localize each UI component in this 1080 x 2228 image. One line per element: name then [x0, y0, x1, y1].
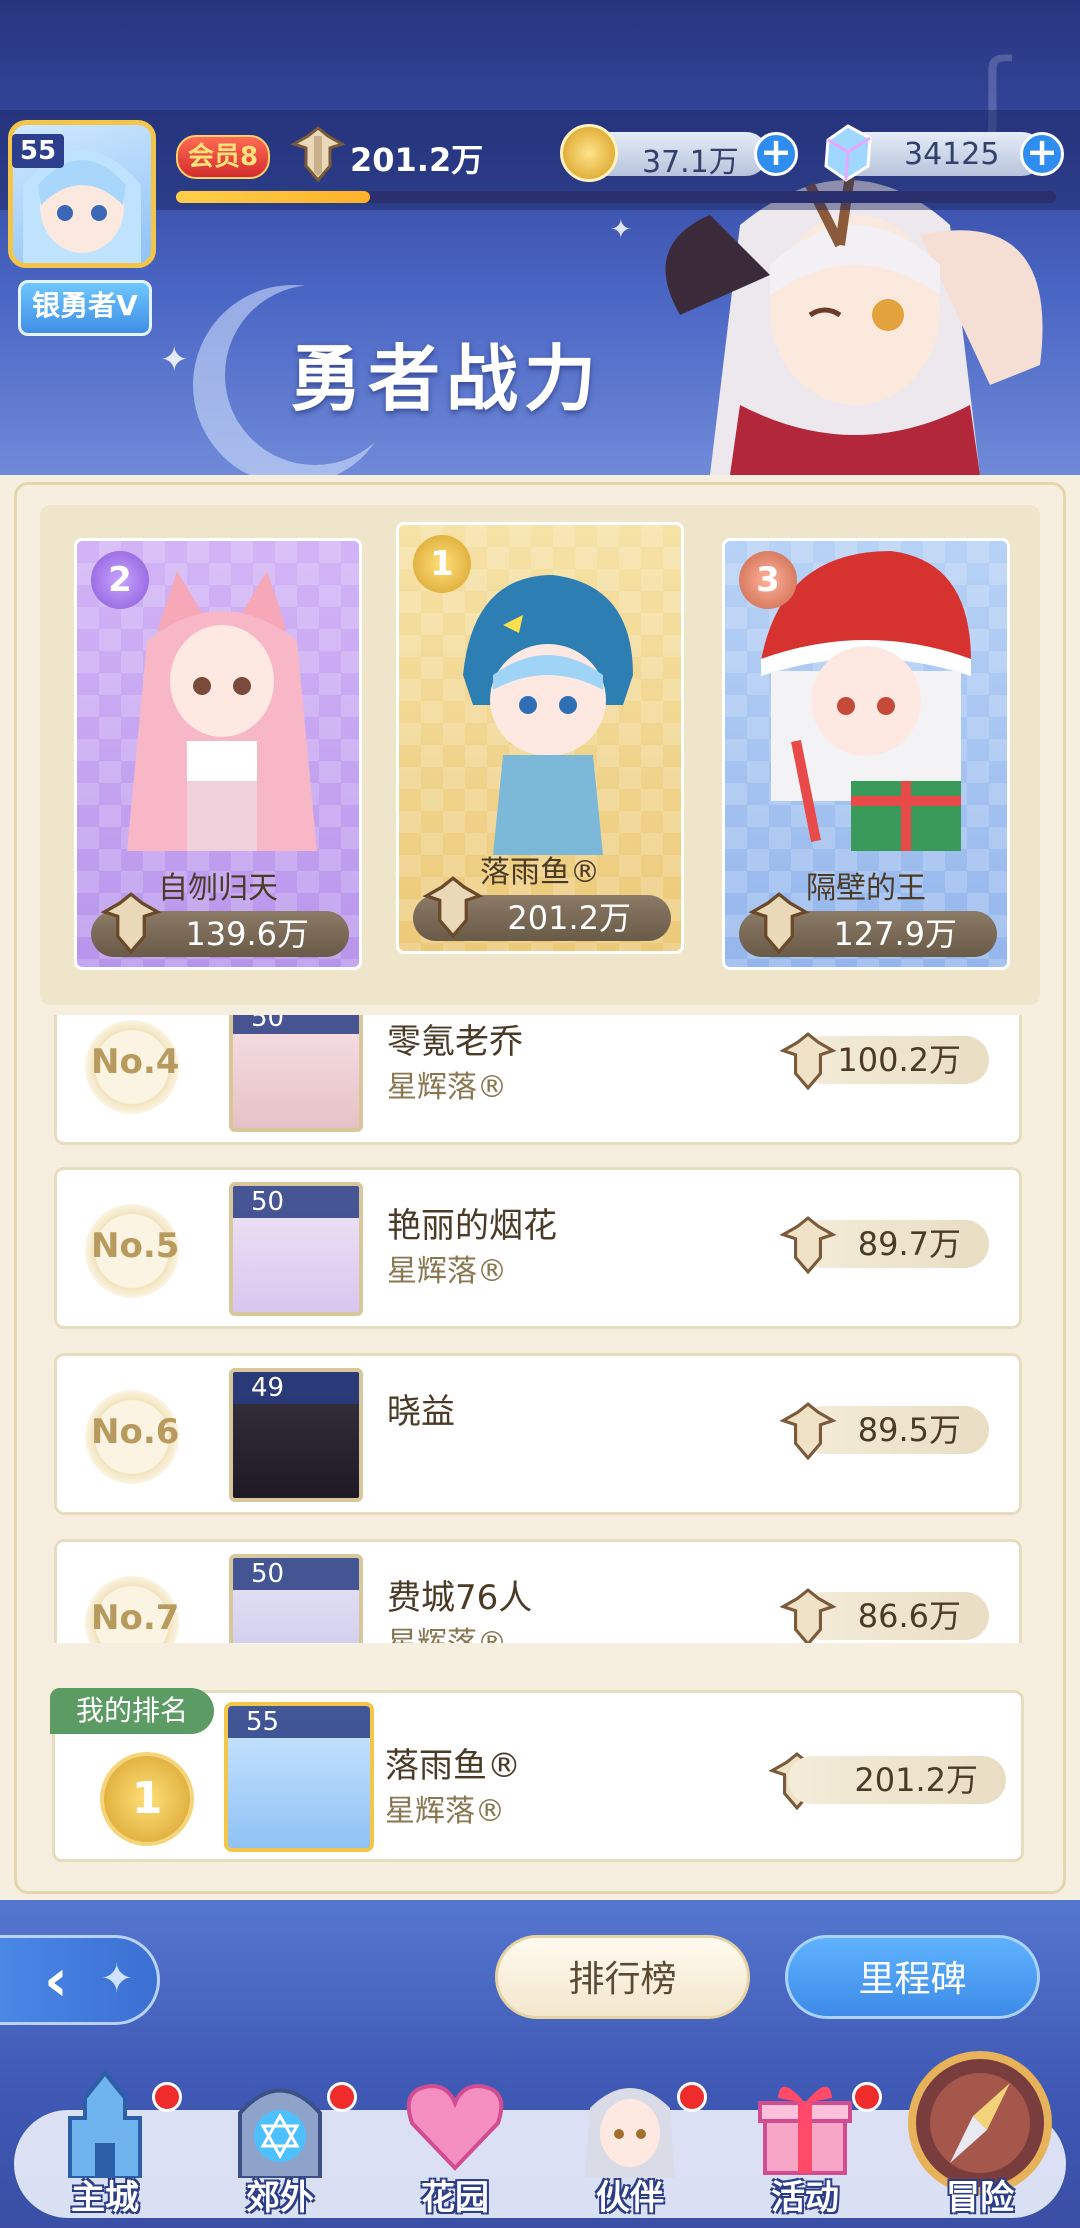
nav-label: 伙伴	[596, 2178, 664, 2218]
power-shield-icon	[779, 1032, 837, 1090]
ranking-row[interactable]: No.7 50 费城76人 星辉落® 86.6万	[54, 1539, 1022, 1643]
notification-dot	[152, 2082, 182, 2112]
ranking-row[interactable]: No.6 49 晓益 89.5万	[54, 1353, 1022, 1515]
power-shield-icon	[748, 892, 810, 954]
my-guild: 星辉落®	[385, 1794, 505, 1829]
nav-label: 郊外	[246, 2178, 314, 2218]
back-button[interactable]: ‹ ✦	[0, 1935, 160, 2025]
rank-number: No.7	[91, 1598, 180, 1638]
back-arrow-icon: ‹	[44, 1946, 68, 2014]
page-title: 勇者战力	[290, 337, 603, 421]
rank-title-badge[interactable]: 银勇者V	[18, 280, 152, 336]
gold-value: 37.1万	[642, 145, 739, 180]
player-level: 50	[233, 1015, 359, 1034]
notification-dot	[852, 2082, 882, 2112]
player-avatar[interactable]: 50	[229, 1015, 363, 1132]
nav-label: 活动	[771, 2178, 839, 2218]
rank-2-medal-icon: 2	[91, 551, 149, 609]
sparkle-icon: ✦	[100, 1956, 134, 2002]
nav-label: 主城	[71, 2178, 139, 2218]
fox-girl-character-icon	[127, 571, 317, 851]
nav-main-city[interactable]: 主城	[20, 2068, 190, 2228]
shark-hood-character-icon	[463, 575, 633, 855]
my-power: 201.2万	[788, 1756, 1006, 1804]
notification-dot	[327, 2082, 357, 2112]
power-shield-icon	[779, 1588, 837, 1643]
guild-name: 星辉落®	[387, 1254, 507, 1289]
my-rank-medal-icon: 1	[100, 1752, 194, 1846]
nav-outskirts[interactable]: 郊外	[195, 2068, 365, 2228]
add-gem-button[interactable]: +	[1020, 132, 1064, 176]
heart-icon	[406, 2083, 504, 2171]
rank-number: No.5	[91, 1226, 180, 1266]
guild-name: 星辉落®	[387, 1618, 507, 1643]
player-avatar[interactable]: 50	[229, 1182, 363, 1316]
player-avatar[interactable]: 50	[229, 1554, 363, 1643]
ranking-row[interactable]: No.5 50 艳丽的烟花 星辉落® 89.7万	[54, 1167, 1022, 1329]
add-gold-button[interactable]: +	[754, 132, 798, 176]
power-shield-icon	[422, 876, 484, 938]
my-rank-tag: 我的排名	[50, 1688, 214, 1734]
gem-icon	[824, 124, 872, 182]
my-name: 落雨鱼®	[385, 1746, 521, 1786]
nav-adventure[interactable]: 冒险	[895, 2051, 1065, 2228]
power-shield-icon	[290, 126, 346, 182]
header-banner: ✦ ✦ ✦ ✦ ʃ 勇者战力	[0, 0, 1080, 475]
player-name: 费城76人	[387, 1578, 533, 1618]
player-avatar[interactable]: 49	[229, 1368, 363, 1502]
vip-badge[interactable]: 会员8	[176, 135, 270, 179]
power-shield-icon	[100, 892, 162, 954]
gold-coin-icon	[560, 124, 618, 182]
sparkle-icon: ✦	[160, 340, 189, 380]
rank-number: No.6	[91, 1412, 180, 1452]
rank-3-medal-icon: 3	[739, 551, 797, 609]
player-level: 50	[233, 1558, 359, 1590]
nav-events[interactable]: 活动	[720, 2068, 890, 2228]
leaderboard-button[interactable]: 排行榜	[495, 1935, 750, 2019]
player-name: 零氪老乔	[387, 1022, 523, 1062]
power-shield-icon	[779, 1402, 837, 1460]
rank-number: No.4	[91, 1042, 180, 1082]
player-name: 晓益	[387, 1392, 455, 1432]
my-avatar[interactable]: 55	[224, 1702, 374, 1852]
ranking-list[interactable]: No.4 50 零氪老乔 星辉落® 100.2万 No.5 50 艳丽的烟花 星…	[40, 1015, 1040, 1643]
nav-garden[interactable]: 花园	[370, 2068, 540, 2228]
nav-partners[interactable]: 伙伴	[545, 2068, 715, 2228]
player-name: 艳丽的烟花	[387, 1206, 557, 1246]
nav-label: 花园	[421, 2178, 489, 2218]
partner-portrait-icon	[585, 2088, 675, 2178]
guild-name: 星辉落®	[387, 1070, 507, 1105]
power-shield-icon	[779, 1216, 837, 1274]
rank-1-medal-icon: 1	[413, 535, 471, 593]
player-level: 50	[233, 1186, 359, 1218]
nav-label: 冒险	[946, 2178, 1014, 2218]
notification-dot	[677, 2082, 707, 2112]
player-level-badge: 55	[12, 134, 64, 168]
gem-value: 34125	[904, 137, 1000, 172]
player-level: 49	[233, 1372, 359, 1404]
banner-character-illustration	[665, 174, 1043, 475]
ranking-row[interactable]: No.4 50 零氪老乔 星辉落® 100.2万	[54, 1015, 1022, 1145]
gift-box-icon	[758, 2086, 852, 2175]
milestone-button[interactable]: 里程碑	[785, 1935, 1040, 2019]
portal-icon	[238, 2088, 322, 2178]
castle-icon	[68, 2069, 142, 2178]
header-power-value: 201.2万	[350, 141, 484, 179]
exp-bar-fill	[176, 191, 370, 203]
player-level: 55	[228, 1706, 370, 1738]
